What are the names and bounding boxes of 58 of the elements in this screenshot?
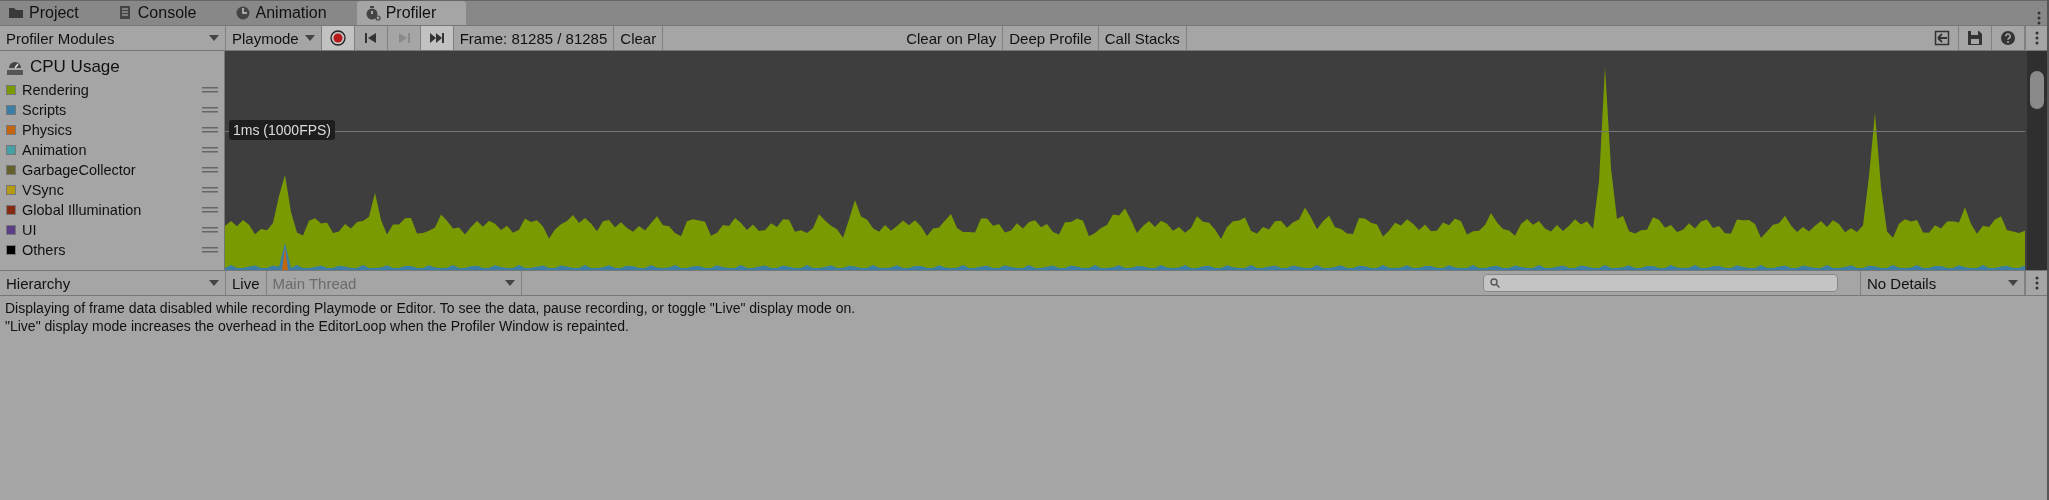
drag-handle-icon[interactable] (202, 247, 218, 253)
skip-forward-icon (428, 30, 445, 46)
toggle-button[interactable]: Call Stacks (1098, 26, 1187, 50)
module-title: CPU Usage (30, 57, 120, 77)
drag-handle-icon[interactable] (202, 207, 218, 213)
caret-icon (209, 35, 219, 41)
status-message: "Live" display mode increases the overhead in the EditorLoop when the Profiler Window is repainted. (5, 317, 630, 335)
series-label: UI (22, 222, 38, 238)
more-options-icon[interactable] (2034, 31, 2039, 45)
modules-dropdown[interactable]: Profiler Modules (0, 26, 226, 50)
clear-button[interactable]: Clear (614, 26, 664, 50)
toggle-button[interactable]: Deep Profile (1003, 26, 1099, 50)
series-label: Others (22, 242, 67, 258)
target-dropdown[interactable]: Playmode (226, 26, 322, 50)
scrollbar-thumb[interactable] (2030, 71, 2044, 109)
search-field[interactable] (1483, 274, 1838, 292)
series-label: Scripts (22, 102, 68, 118)
window-tab[interactable]: Profiler (356, 1, 467, 25)
caret-icon (209, 280, 219, 286)
drag-handle-icon[interactable] (202, 227, 218, 233)
scrollbar[interactable] (2027, 51, 2047, 270)
folder-icon (8, 5, 24, 21)
frame-counter: Frame: 81285 / 81285 (453, 26, 615, 50)
skip-back-icon (362, 30, 379, 46)
series-label: Rendering (22, 82, 90, 98)
clock-icon (234, 5, 251, 21)
last-frame-button[interactable] (420, 26, 454, 50)
details-dropdown[interactable]: No Details (1860, 271, 2025, 295)
series-label: Physics (22, 122, 73, 138)
drag-handle-icon[interactable] (202, 187, 218, 193)
series-label: GarbageCollector (22, 162, 137, 178)
drag-handle-icon[interactable] (202, 147, 218, 153)
drag-handle-icon[interactable] (202, 167, 218, 173)
import-icon (1934, 30, 1950, 46)
toggle-button[interactable]: Clear on Play (900, 26, 1004, 50)
window-tab[interactable]: Project (0, 1, 109, 25)
record-icon (329, 30, 346, 46)
stopwatch-icon (364, 5, 381, 21)
threshold-label: 1ms (1000FPS) (229, 120, 336, 140)
series-label: Animation (22, 142, 88, 158)
more-options-icon[interactable] (2037, 11, 2041, 25)
search-icon (1490, 278, 1500, 288)
caret-icon (304, 35, 315, 41)
series-label: VSync (22, 182, 65, 198)
caret-icon (2008, 280, 2018, 286)
status-message: Displaying of frame data disabled while recording Playmode or Editor. To see the data, pause recording, or toggle "Live" display mode on. (5, 299, 857, 317)
caret-icon (504, 280, 515, 286)
live-toggle[interactable]: Live (226, 271, 267, 295)
view-dropdown[interactable]: Hierarchy (0, 271, 226, 295)
window-tab[interactable]: Animation (226, 1, 357, 25)
help-icon (2000, 30, 2016, 46)
drag-handle-icon[interactable] (202, 127, 218, 133)
drag-handle-icon[interactable] (202, 87, 218, 93)
record-button[interactable] (321, 26, 355, 50)
series-label: Global Illumination (22, 202, 143, 218)
drag-handle-icon[interactable] (202, 107, 218, 113)
more-options-icon[interactable] (2034, 276, 2039, 290)
window-tab[interactable]: Console (108, 1, 227, 25)
